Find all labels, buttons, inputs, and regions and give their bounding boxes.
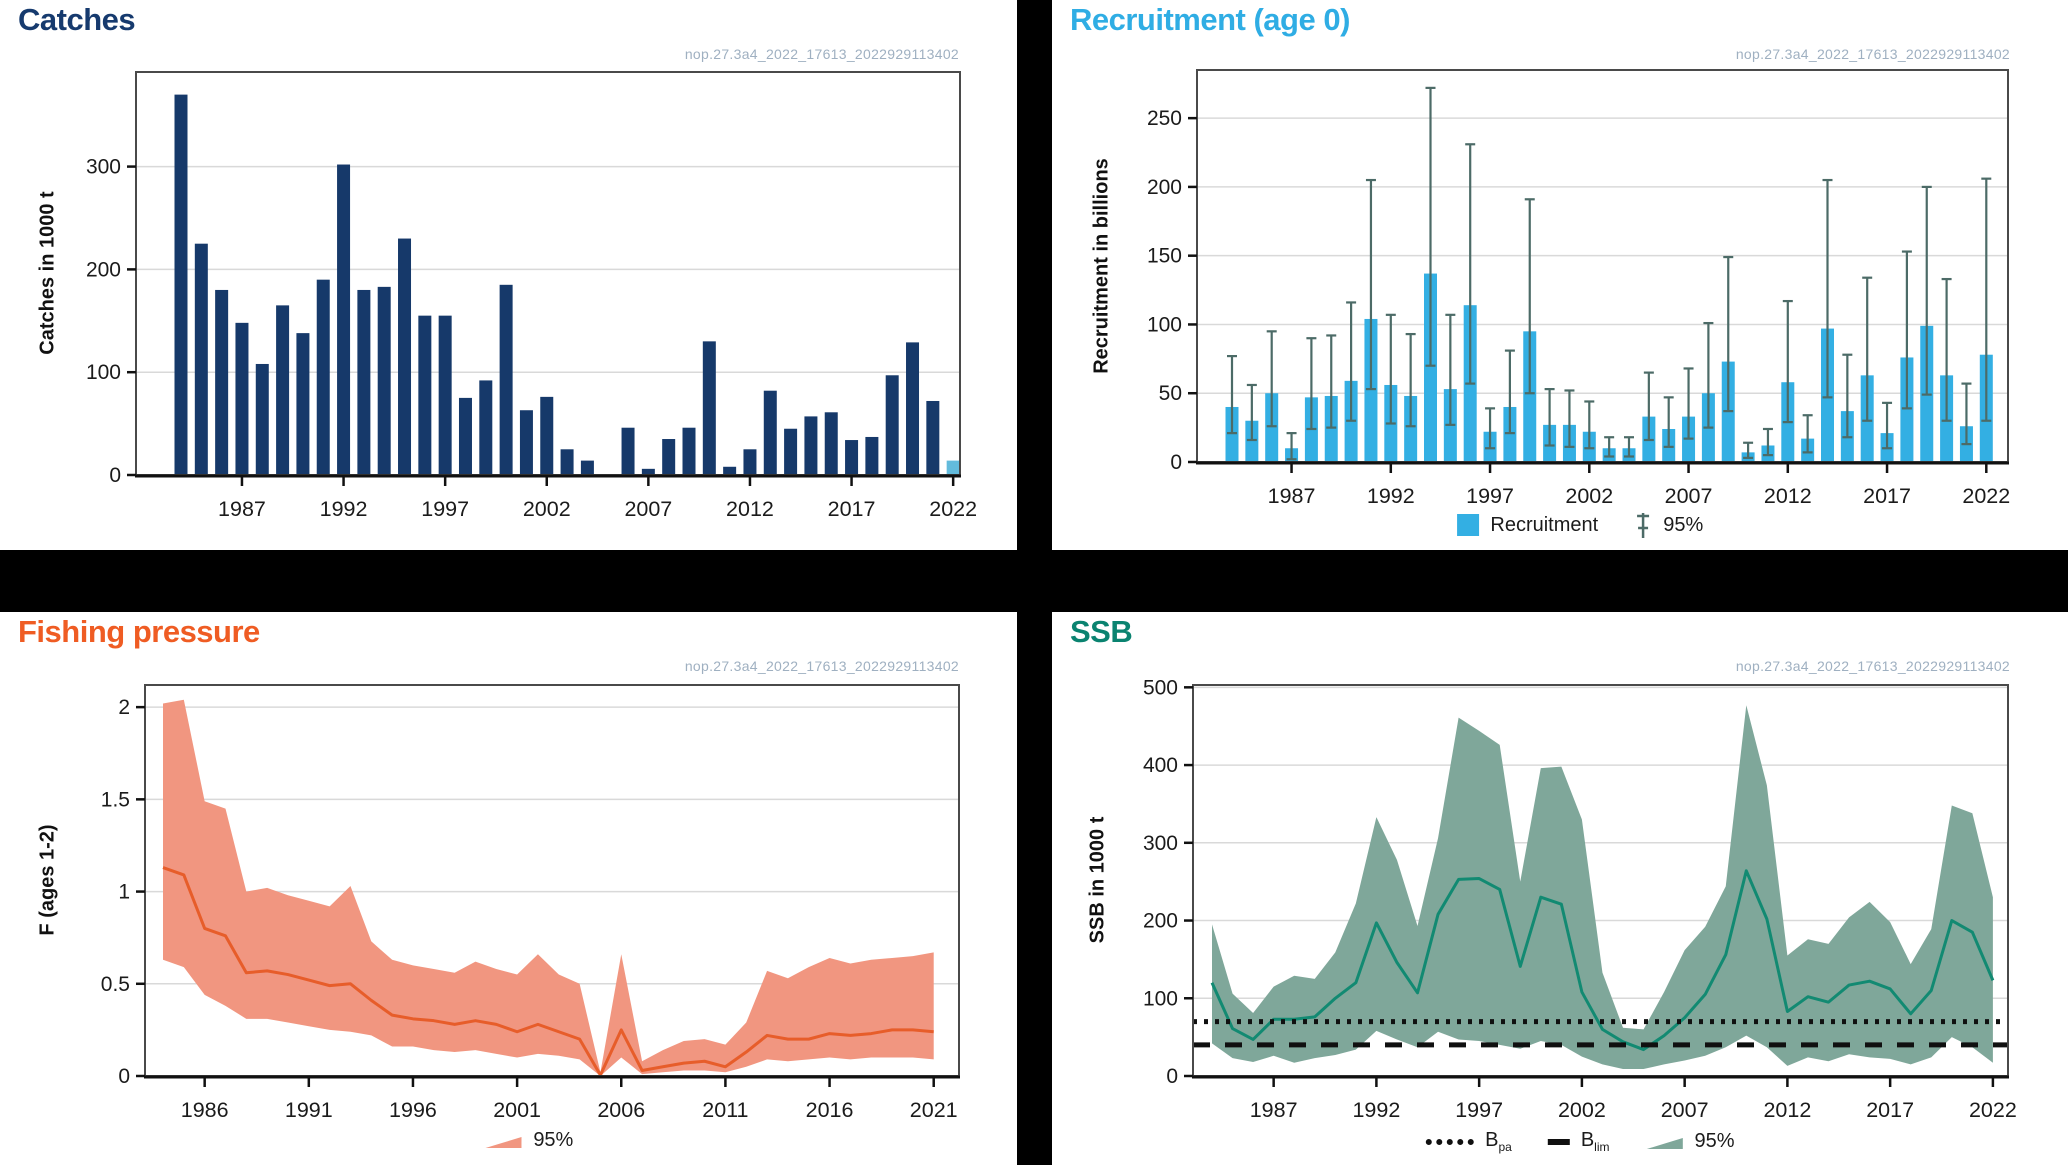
fishing-pressure-line-chart: 0 0.5 1 1.5 2 1986 1991 1996 2001 2006 2011 2016 202… [0,612,1017,1165]
band-wedge-icon [484,1133,522,1149]
legend-item-95: 95% [484,1129,573,1152]
fishing-pressure-legend: 95% [466,1129,591,1152]
svg-text:1996: 1996 [389,1098,437,1122]
legend-item-recruitment: Recruitment [1457,514,1598,537]
svg-text:2: 2 [118,696,130,719]
svg-text:300: 300 [1143,832,1178,855]
svg-text:1987: 1987 [1250,1098,1298,1122]
four-panel-stock-assessment: Catches nop.27.3a4_2022_17613_2022929113… [0,0,2068,1165]
bpa-dotted-line-icon [1426,1139,1474,1145]
svg-text:2016: 2016 [806,1098,854,1122]
recruitment-series-swatch [1457,514,1479,536]
svg-text:100: 100 [86,361,121,384]
svg-text:400: 400 [1143,754,1178,777]
svg-text:2022: 2022 [1969,1098,2017,1122]
svg-text:2002: 2002 [1558,1098,1606,1122]
svg-text:2022: 2022 [1962,484,2010,508]
ssb-line-chart: 0 100 200 300 400 500 1987 1992 1997 2002 2007 2012… [1052,612,2068,1165]
svg-text:2002: 2002 [523,497,571,521]
svg-text:1992: 1992 [1352,1098,1400,1122]
svg-text:200: 200 [1143,910,1178,933]
svg-text:2017: 2017 [828,497,876,521]
svg-text:1992: 1992 [1367,484,1415,508]
legend-item-blim: Blim [1548,1129,1610,1154]
svg-text:200: 200 [86,258,121,281]
svg-text:2012: 2012 [1764,484,1812,508]
svg-text:2007: 2007 [624,497,672,521]
legend-label: Recruitment [1490,514,1598,537]
svg-text:1.5: 1.5 [101,788,130,811]
svg-text:300: 300 [86,156,121,179]
svg-text:250: 250 [1147,107,1182,130]
svg-text:1987: 1987 [218,497,266,521]
svg-text:1997: 1997 [421,497,469,521]
svg-text:1987: 1987 [1268,484,1316,508]
svg-text:2017: 2017 [1863,484,1911,508]
svg-text:2021: 2021 [910,1098,958,1122]
svg-text:500: 500 [1143,676,1178,699]
legend-label: 95% [533,1129,573,1152]
legend-label: 95% [1694,1130,1734,1153]
svg-text:2006: 2006 [597,1098,645,1122]
svg-text:100: 100 [1147,313,1182,336]
band-wedge-icon [1645,1134,1683,1150]
panel-recruitment: Recruitment (age 0) nop.27.3a4_2022_1761… [1052,0,2068,550]
svg-text:0: 0 [1170,451,1182,474]
svg-text:1997: 1997 [1466,484,1514,508]
svg-text:1991: 1991 [285,1098,333,1122]
recruitment-legend: Recruitment 95% [1439,509,1721,541]
blim-dashed-line-icon [1548,1139,1570,1145]
svg-text:0: 0 [109,464,121,487]
svg-text:200: 200 [1147,176,1182,199]
svg-text:2022: 2022 [929,497,977,521]
legend-label: Bpa [1485,1129,1512,1154]
svg-text:2012: 2012 [1763,1098,1811,1122]
svg-text:2007: 2007 [1665,484,1713,508]
svg-text:1: 1 [118,881,130,904]
panel-fishing-pressure: Fishing pressure nop.27.3a4_2022_17613_2… [0,612,1017,1165]
panel-ssb: SSB nop.27.3a4_2022_17613_2022929113402 … [1052,612,2068,1165]
svg-text:2001: 2001 [493,1098,541,1122]
catches-bar-chart: 0 100 200 300 1987 1992 1997 2002 2007 2012 2017 20… [0,0,1017,550]
ssb-legend: Bpa Blim 95% [1408,1129,1752,1154]
errorbar-icon [1634,509,1652,541]
svg-text:1997: 1997 [1455,1098,1503,1122]
svg-text:2007: 2007 [1661,1098,1709,1122]
legend-label: Blim [1581,1129,1610,1154]
svg-text:1992: 1992 [320,497,368,521]
svg-text:0.5: 0.5 [101,973,130,996]
recruitment-bar-chart: 0 50 100 150 200 250 1987 1992 1997 2002 2007 2012 2… [1052,0,2068,550]
svg-text:150: 150 [1147,245,1182,268]
svg-text:0: 0 [118,1065,130,1088]
svg-text:2011: 2011 [702,1098,748,1122]
legend-item-bpa: Bpa [1426,1129,1512,1154]
legend-item-95: 95% [1645,1130,1734,1153]
svg-text:2002: 2002 [1565,484,1613,508]
legend-item-ci: 95% [1634,509,1703,541]
svg-text:0: 0 [1166,1065,1178,1088]
svg-text:2017: 2017 [1866,1098,1914,1122]
panel-catches: Catches nop.27.3a4_2022_17613_2022929113… [0,0,1017,550]
svg-text:1986: 1986 [181,1098,229,1122]
svg-text:50: 50 [1159,382,1182,405]
legend-label: 95% [1663,514,1703,537]
svg-text:100: 100 [1143,987,1178,1010]
svg-text:2012: 2012 [726,497,774,521]
